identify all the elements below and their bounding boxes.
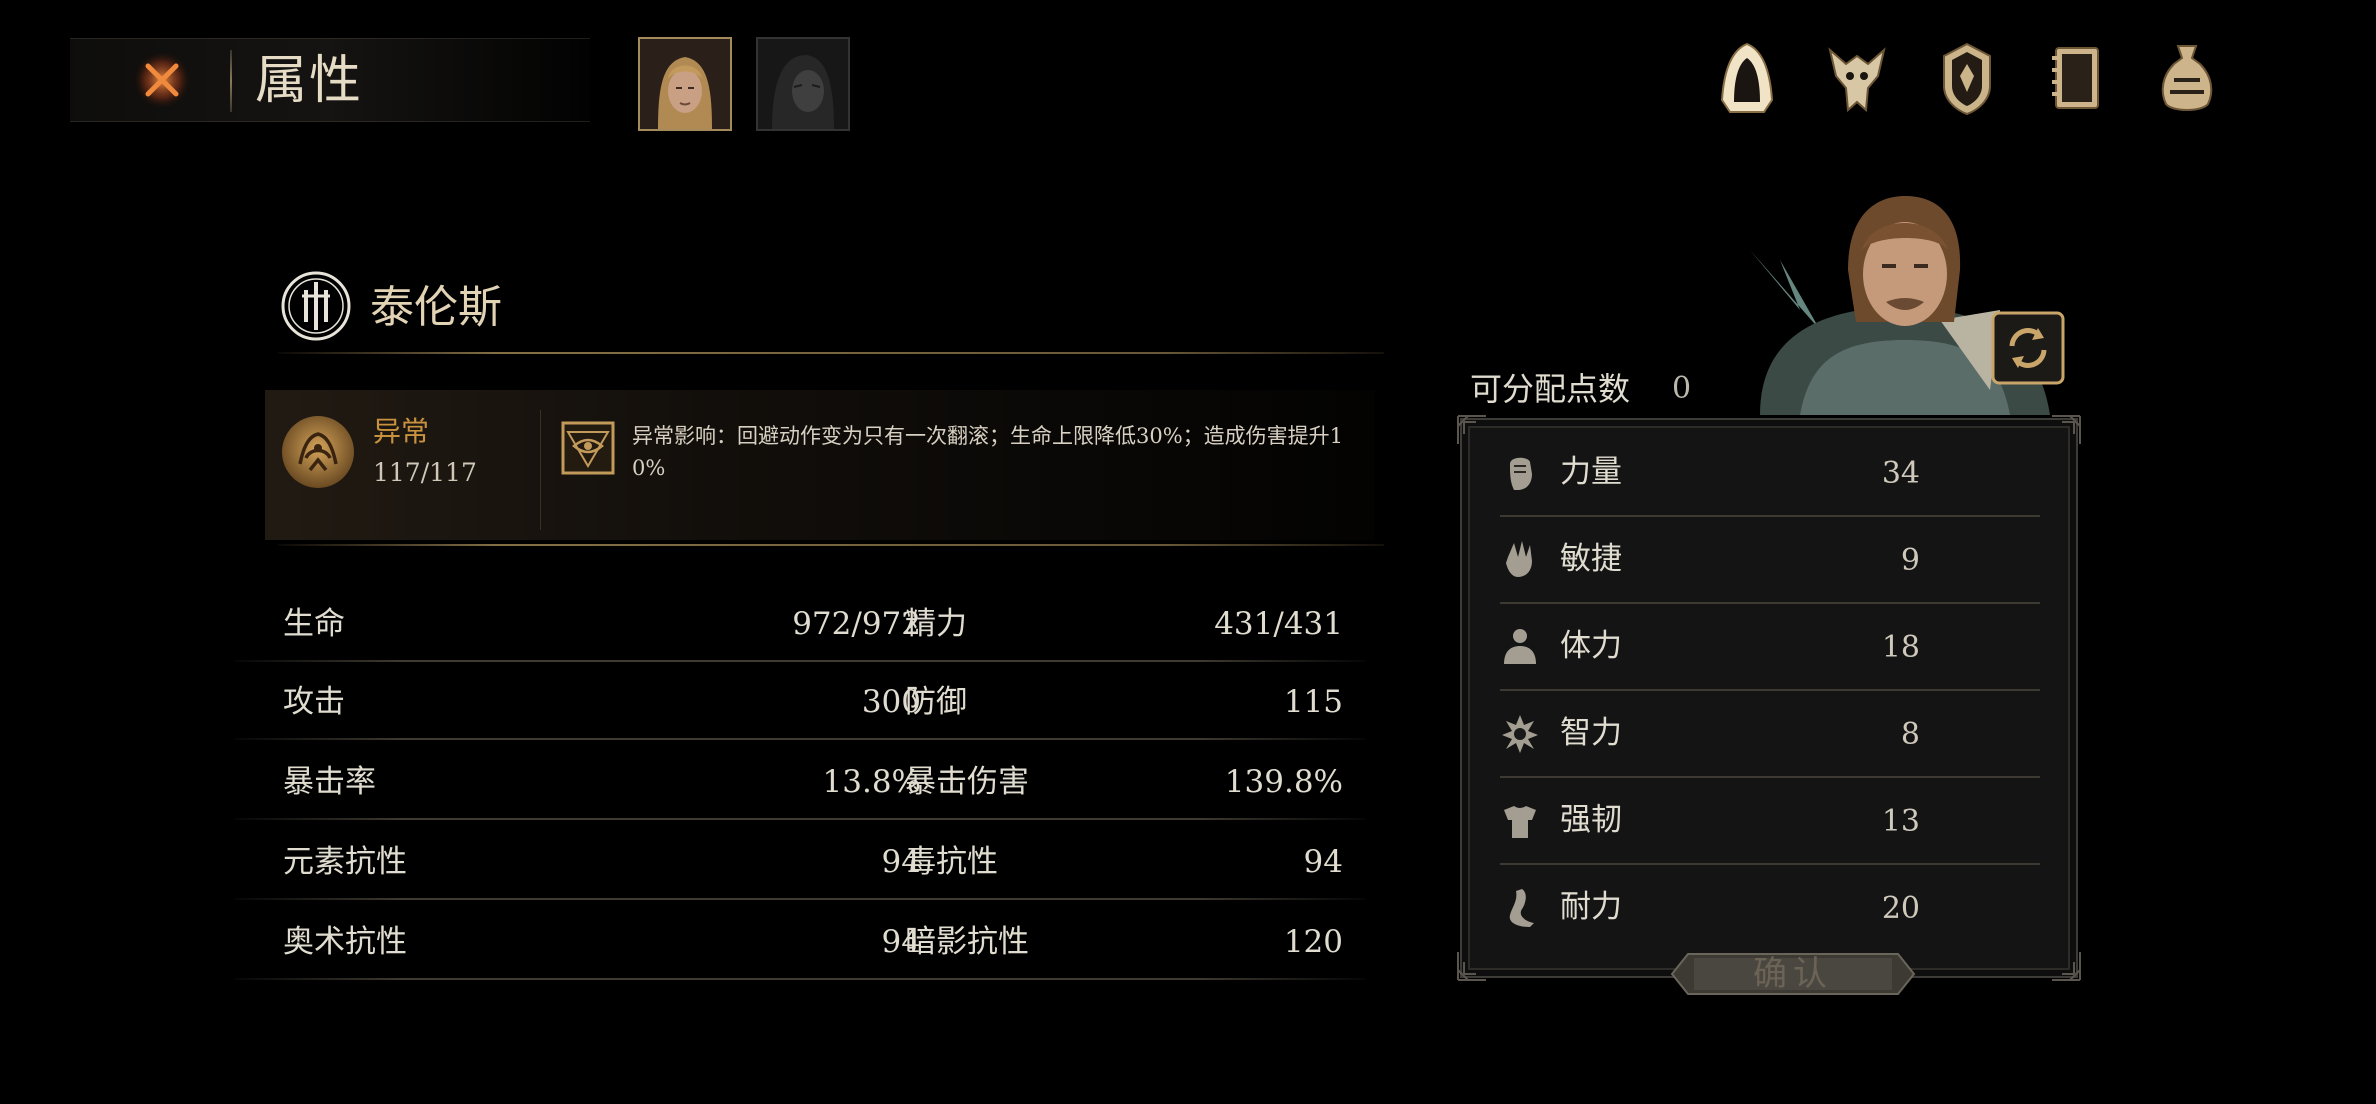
stat-row: 攻击 300 防御 115 (235, 662, 1365, 740)
stat-value-arcane-res: 94 (881, 924, 921, 960)
attribute-row-intelligence[interactable]: 智力 8 (1500, 691, 2040, 778)
fist-icon (1510, 457, 1532, 490)
status-emblem-icon (280, 414, 356, 490)
status-divider (278, 544, 1384, 546)
stat-label-crit-rate: 暴击率 (283, 764, 376, 800)
close-icon (132, 50, 192, 110)
stat-label-crit-damage: 暴击伤害 (905, 764, 1029, 800)
attribute-value: 18 (1881, 630, 1920, 665)
stat-label-shadow-res: 暗影抗性 (905, 924, 1029, 960)
panel-corner-ornament (2052, 415, 2081, 444)
stat-row: 生命 972/972 精力 431/431 (235, 584, 1365, 662)
attribute-row-strength[interactable]: 力量 34 (1500, 430, 2040, 517)
stat-row: 元素抗性 94 毒抗性 94 (235, 822, 1365, 900)
stat-label-hp: 生命 (283, 606, 345, 642)
party-tab-terence[interactable] (638, 37, 732, 131)
stat-value-crit-damage: 139.8% (1224, 764, 1343, 800)
attribute-name: 强韧 (1560, 802, 1622, 838)
class-emblem-icon (280, 270, 352, 342)
hand-icon (1506, 541, 1532, 577)
allocatable-points-value: 0 (1672, 371, 1692, 406)
attribute-value: 9 (1900, 543, 1920, 578)
stat-value-elemental-res: 94 (881, 844, 921, 880)
refresh-portrait-button[interactable] (1990, 310, 2066, 386)
stat-label-poison-res: 毒抗性 (905, 844, 998, 880)
journal-icon[interactable] (2042, 40, 2112, 116)
attribute-name: 耐力 (1560, 889, 1622, 925)
mind-icon (1502, 715, 1538, 753)
attribute-value: 13 (1881, 804, 1920, 839)
attribute-row-endurance[interactable]: 耐力 20 (1500, 865, 2040, 952)
status-value: 117/117 (373, 458, 477, 487)
attribute-value: 8 (1900, 717, 1920, 752)
attribute-name: 敏捷 (1560, 541, 1622, 577)
pouch-icon[interactable] (2152, 40, 2222, 116)
attribute-name: 力量 (1560, 454, 1622, 490)
attribute-row-toughness[interactable]: 强韧 13 (1500, 778, 2040, 865)
stat-label-defense: 防御 (905, 684, 967, 720)
body-icon (1504, 629, 1536, 664)
attribute-name: 体力 (1560, 628, 1622, 664)
status-separator (540, 410, 541, 530)
panel-corner-ornament (2052, 952, 2081, 981)
beast-skull-icon[interactable] (1822, 40, 1892, 116)
page-title: 属性 (255, 51, 364, 111)
panel-corner-ornament (1457, 415, 1486, 444)
hero-portrait-icon (640, 39, 730, 129)
stat-label-elemental-res: 元素抗性 (283, 844, 407, 880)
status-name: 异常 (373, 415, 430, 448)
confirm-button-label: 确认 (1753, 954, 1833, 994)
name-divider (278, 352, 1384, 354)
eye-effect-icon (560, 420, 616, 476)
stat-value-shadow-res: 120 (1283, 924, 1343, 960)
stat-value-attack: 300 (861, 684, 921, 720)
hood-icon[interactable] (1712, 40, 1782, 116)
stat-value-stamina: 431/431 (1214, 606, 1343, 642)
character-name: 泰伦斯 (370, 282, 502, 333)
status-effect-line-2: 0% (632, 456, 666, 480)
stat-row: 暴击率 13.8% 暴击伤害 139.8% (235, 742, 1365, 820)
header-divider (230, 50, 232, 112)
stat-value-defense: 115 (1283, 684, 1343, 720)
close-button[interactable] (130, 48, 194, 112)
attribute-value: 20 (1881, 891, 1920, 926)
stat-value-poison-res: 94 (1303, 844, 1343, 880)
stat-label-arcane-res: 奥术抗性 (283, 924, 407, 960)
attribute-value: 34 (1881, 456, 1920, 491)
status-effect-line-1: 异常影响：回避动作变为只有一次翻滚；生命上限降低30%；造成伤害提升1 (632, 424, 1344, 448)
stat-label-attack: 攻击 (283, 684, 345, 720)
stat-value-hp: 972/972 (792, 606, 921, 642)
companion-portrait-icon (758, 39, 848, 129)
status-effect-text: 异常影响：回避动作变为只有一次翻滚；生命上限降低30%；造成伤害提升1 0% (632, 420, 1392, 484)
leg-icon (1509, 889, 1534, 927)
stat-label-stamina: 精力 (905, 606, 967, 642)
stat-value-crit-rate: 13.8% (822, 764, 921, 800)
panel-corner-ornament (1457, 952, 1486, 981)
party-tab-companion[interactable] (756, 37, 850, 131)
refresh-icon (1991, 311, 2065, 385)
armor-icon (1504, 806, 1536, 838)
attribute-row-agility[interactable]: 敏捷 9 (1500, 517, 2040, 604)
attribute-row-vitality[interactable]: 体力 18 (1500, 604, 2040, 691)
shield-crest-icon[interactable] (1932, 40, 2002, 116)
stat-row: 奥术抗性 94 暗影抗性 120 (235, 902, 1365, 980)
allocatable-points-label: 可分配点数 (1470, 370, 1631, 408)
attribute-name: 智力 (1560, 715, 1622, 751)
